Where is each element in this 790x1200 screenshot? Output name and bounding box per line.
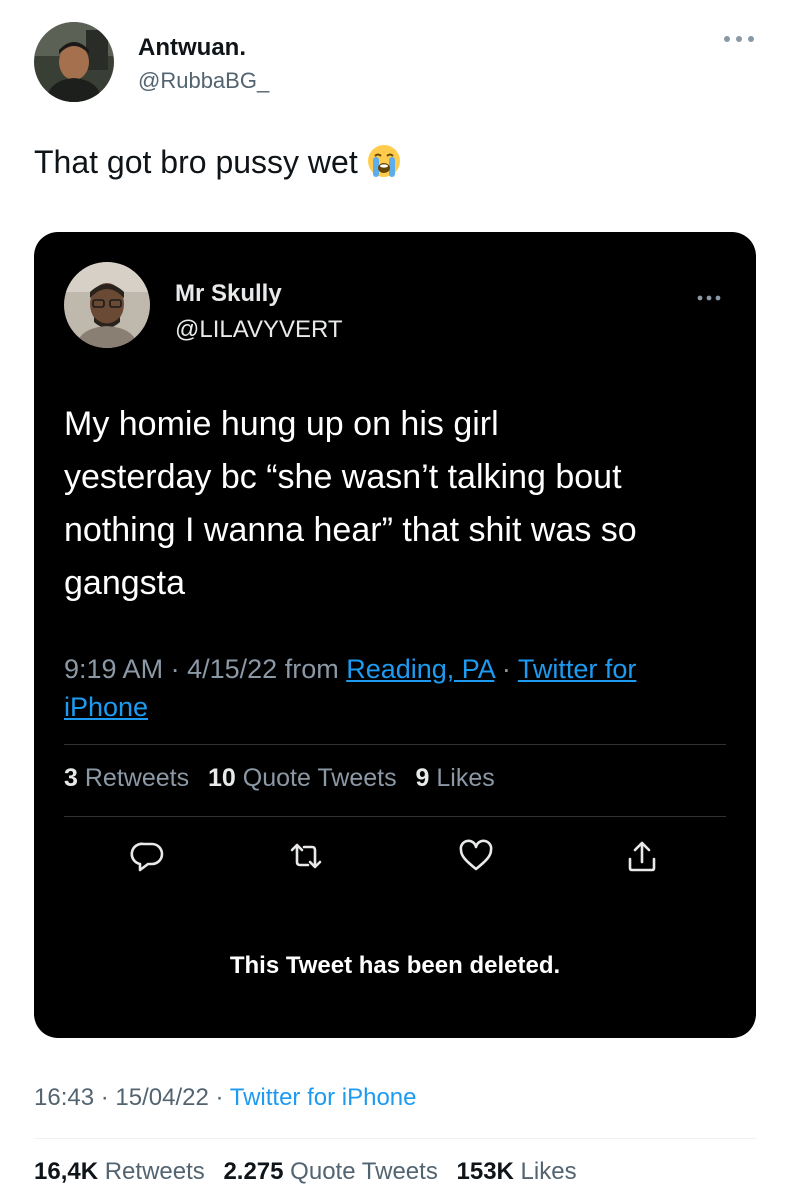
quoted-likes-stat[interactable]: 9 Likes — [416, 764, 495, 792]
tweet-text: That got bro pussy wet — [34, 142, 402, 182]
avatar[interactable] — [34, 22, 114, 102]
author-name[interactable]: Antwuan. — [138, 34, 246, 62]
quoted-author-name[interactable]: Mr Skully — [175, 280, 282, 308]
tweet-text-content: That got bro pussy wet — [34, 144, 358, 180]
more-options-icon[interactable] — [722, 32, 756, 44]
share-icon[interactable] — [624, 838, 660, 874]
quoted-tweet-text: My homie hung up on his girl yesterday b… — [64, 398, 744, 610]
separator: · — [170, 654, 180, 684]
tweet-stats: 16,4K Retweets 2.275 Quote Tweets 153K L… — [34, 1158, 577, 1186]
separator: · — [215, 1084, 224, 1111]
quoted-text-line: nothing I wanna hear” that shit was so — [64, 511, 637, 549]
quote-tweets-stat[interactable]: 2.275 Quote Tweets — [223, 1158, 437, 1185]
loudly-crying-face-icon — [366, 143, 402, 179]
location-link[interactable]: Reading, PA — [346, 654, 494, 684]
quoted-text-line: gangsta — [64, 564, 185, 602]
source-link[interactable]: Twitter for — [518, 654, 637, 684]
separator: · — [501, 654, 511, 684]
quoted-text-line: My homie hung up on his girl — [64, 405, 499, 443]
quoted-tweet-stats: 3 Retweets 10 Quote Tweets 9 Likes — [64, 764, 495, 793]
divider — [64, 816, 726, 817]
deleted-notice: This Tweet has been deleted. — [229, 952, 561, 979]
quoted-text-line: yesterday bc “she wasn’t talking bout — [64, 458, 622, 496]
tweet-date[interactable]: 15/04/22 — [115, 1084, 208, 1111]
quoted-tweet-card[interactable]: Mr Skully @LILAVYVERT My homie hung up o… — [34, 232, 756, 1038]
quoted-avatar[interactable] — [64, 262, 150, 348]
author-handle[interactable]: @RubbaBG_ — [138, 68, 269, 94]
quoted-retweets-stat[interactable]: 3 Retweets — [64, 764, 189, 792]
likes-stat[interactable]: 153K Likes — [457, 1158, 577, 1185]
reply-icon[interactable] — [130, 838, 166, 874]
quoted-author-handle[interactable]: @LILAVYVERT — [175, 316, 343, 344]
source-link-continued[interactable]: iPhone — [64, 692, 148, 722]
from-label: from — [284, 654, 339, 684]
quoted-quotes-stat[interactable]: 10 Quote Tweets — [208, 764, 397, 792]
quoted-tweet-meta: 9:19 AM · 4/15/22 from Reading, PA · Twi… — [64, 650, 734, 726]
retweets-stat[interactable]: 16,4K Retweets — [34, 1158, 205, 1185]
tweet-meta: 16:43 · 15/04/22 · Twitter for iPhone — [34, 1084, 416, 1112]
retweet-icon[interactable] — [288, 838, 324, 874]
quoted-time: 9:19 AM — [64, 654, 164, 684]
divider — [34, 1138, 756, 1139]
quoted-date: 4/15/22 — [187, 654, 278, 684]
tweet-source-link[interactable]: Twitter for iPhone — [230, 1084, 417, 1111]
tweet-header: Antwuan. @RubbaBG_ — [34, 22, 756, 102]
divider — [64, 744, 726, 745]
tweet-time[interactable]: 16:43 — [34, 1084, 94, 1111]
like-icon[interactable] — [458, 838, 494, 874]
quoted-more-options-icon[interactable] — [696, 290, 722, 301]
separator: · — [100, 1084, 109, 1111]
